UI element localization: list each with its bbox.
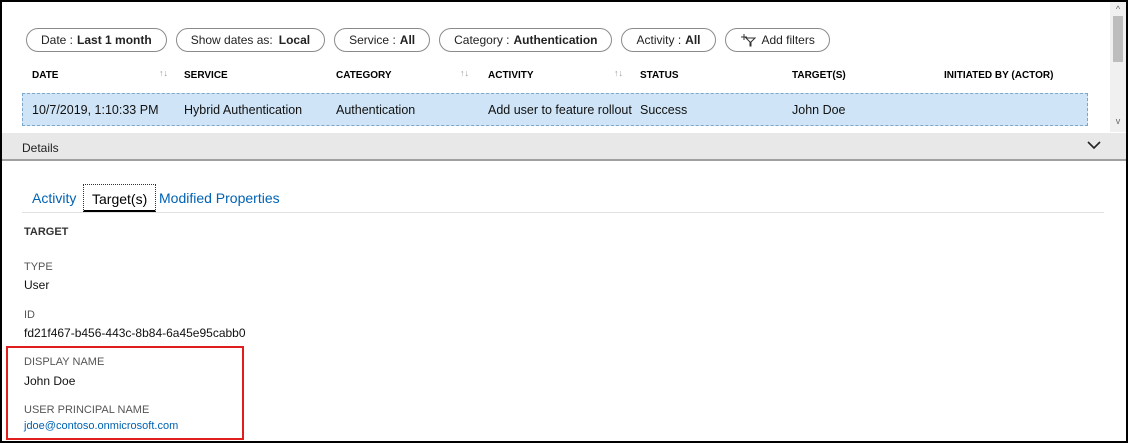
filter-value: Last 1 month (77, 33, 152, 47)
cell-activity: Add user to feature rollout (488, 103, 632, 117)
sort-arrows-icon[interactable]: ↑↓ (159, 68, 168, 78)
column-header-activity[interactable]: ACTIVITY (488, 70, 534, 81)
service-filter-pill[interactable]: Service : All (334, 28, 431, 52)
table-row[interactable]: 10/7/2019, 1:10:33 PM Hybrid Authenticat… (22, 93, 1088, 126)
tab-activity[interactable]: Activity (24, 184, 84, 212)
show-dates-filter-pill[interactable]: Show dates as: Local (175, 28, 326, 52)
sort-arrows-icon[interactable]: ↑↓ (614, 68, 623, 78)
filter-label: Show dates as: (190, 33, 273, 47)
details-label: Details (22, 141, 59, 155)
filter-label: Service : (349, 33, 396, 47)
filter-bar: Date : Last 1 month Show dates as: Local S… (26, 28, 830, 52)
highlight-box (6, 346, 244, 440)
id-value: fd21f467-b456-443c-8b84-6a45e95cabb0 (24, 326, 246, 340)
category-filter-pill[interactable]: Category : Authentication (439, 28, 613, 52)
column-header-category[interactable]: CATEGORY (336, 70, 392, 81)
filter-label: Date : (41, 33, 74, 47)
type-label: TYPE (24, 261, 53, 273)
column-header-date[interactable]: DATE (32, 70, 58, 81)
column-header-targets[interactable]: TARGET(S) (792, 70, 846, 81)
id-label: ID (24, 309, 35, 321)
column-header-service[interactable]: SERVICE (184, 70, 228, 81)
details-header[interactable]: Details (2, 133, 1126, 161)
tab-modified-properties[interactable]: Modified Properties (151, 184, 288, 212)
cell-date: 10/7/2019, 1:10:33 PM (32, 103, 159, 117)
cell-category: Authentication (336, 103, 416, 117)
date-filter-pill[interactable]: Date : Last 1 month (26, 28, 167, 52)
type-value: User (24, 278, 50, 292)
table-header: DATE ↑↓ SERVICE CATEGORY ↑↓ ACTIVITY ↑↓ … (22, 62, 1088, 90)
chevron-down-icon[interactable] (1086, 139, 1102, 151)
column-header-initiated-by[interactable]: INITIATED BY (ACTOR) (944, 70, 1053, 81)
vertical-scrollbar[interactable]: ^ v (1110, 2, 1126, 132)
add-filters-label: Add filters (761, 33, 815, 47)
audit-log-panel: Date : Last 1 month Show dates as: Local S… (0, 0, 1128, 443)
audit-log-list: Date : Last 1 month Show dates as: Local S… (2, 2, 1126, 132)
filter-value: All (399, 33, 416, 47)
filter-label: Activity : (636, 33, 682, 47)
filter-value: Local (278, 33, 311, 47)
scroll-up-icon[interactable]: ^ (1113, 4, 1123, 14)
sort-arrows-icon[interactable]: ↑↓ (460, 68, 469, 78)
scrollbar-thumb[interactable] (1113, 16, 1123, 62)
cell-status: Success (640, 103, 688, 117)
cell-targets: John Doe (792, 103, 846, 117)
details-tabs: Activity Target(s) Modified Properties (22, 182, 1104, 213)
tab-targets[interactable]: Target(s) (83, 184, 157, 212)
section-title: TARGET (24, 226, 69, 238)
activity-filter-pill[interactable]: Activity : All (621, 28, 716, 52)
filter-value: Authentication (513, 33, 598, 47)
add-filter-icon (740, 34, 756, 47)
column-header-status[interactable]: STATUS (640, 70, 679, 81)
add-filters-button[interactable]: Add filters (724, 28, 830, 52)
filter-label: Category : (454, 33, 510, 47)
filter-value: All (685, 33, 701, 47)
scroll-down-icon[interactable]: v (1113, 116, 1123, 126)
cell-service: Hybrid Authentication (184, 103, 303, 117)
